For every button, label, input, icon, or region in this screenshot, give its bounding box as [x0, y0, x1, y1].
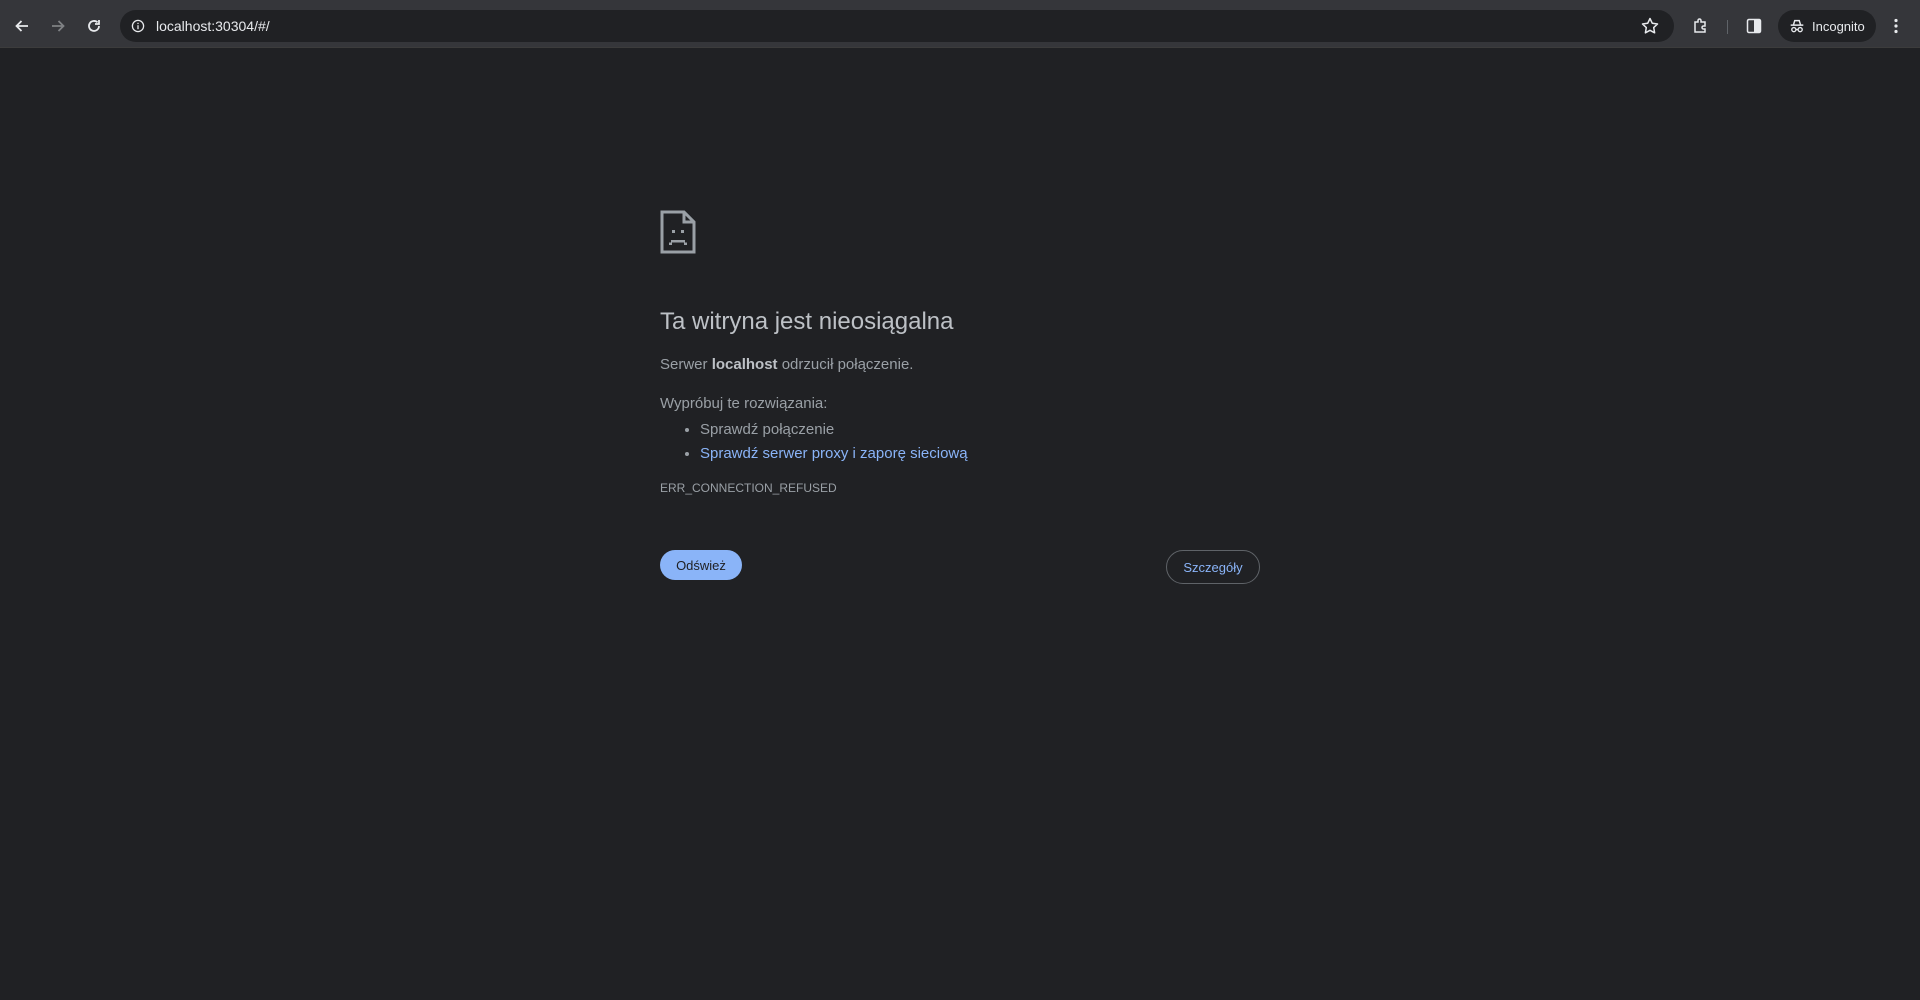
back-button[interactable]: [6, 10, 38, 42]
reload-icon: [88, 20, 100, 32]
incognito-icon: [1790, 19, 1804, 33]
reload-page-button[interactable]: Odśwież: [660, 550, 742, 580]
url-text[interactable]: localhost:30304/#/: [156, 10, 270, 42]
incognito-button[interactable]: Incognito: [1778, 10, 1876, 42]
error-code: ERR_CONNECTION_REFUSED: [660, 481, 837, 495]
forward-icon: [52, 20, 65, 32]
forward-button[interactable]: [42, 10, 74, 42]
sad-page-icon: [660, 210, 696, 254]
error-heading: Ta witryna jest nieosiągalna: [660, 308, 954, 335]
browser-toolbar: localhost:30304/#/ Incognito: [0, 4, 1920, 48]
info-icon[interactable]: [128, 16, 148, 36]
suggestion-check-connection: Sprawdź połączenie: [700, 418, 1260, 442]
button-row: Odśwież Szczegóły: [660, 550, 1260, 584]
extensions-icon[interactable]: [1691, 16, 1711, 36]
side-panel-icon[interactable]: [1744, 16, 1764, 36]
details-button[interactable]: Szczegóły: [1166, 550, 1260, 584]
error-content: Ta witryna jest nieosiągalna Serwer loca…: [660, 210, 1260, 584]
reload-button[interactable]: [78, 10, 110, 42]
address-bar[interactable]: localhost:30304/#/: [120, 10, 1674, 42]
error-host: localhost: [711, 356, 778, 373]
star-icon[interactable]: [1640, 16, 1660, 36]
suggestions-title: Wypróbuj te rozwiązania:: [660, 395, 828, 412]
menu-icon[interactable]: [1886, 16, 1906, 36]
error-message: Serwer localhost odrzucił połączenie.: [660, 356, 914, 373]
suggestions-list: Sprawdź połączenie Sprawdź serwer proxy …: [660, 418, 1260, 466]
toolbar-divider: [1727, 20, 1728, 34]
incognito-label: Incognito: [1812, 18, 1865, 34]
suggestion-proxy-firewall[interactable]: Sprawdź serwer proxy i zaporę sieciową: [700, 442, 1260, 466]
suggestion-proxy-link[interactable]: Sprawdź serwer proxy i zaporę sieciową: [700, 445, 968, 462]
back-icon: [15, 20, 28, 32]
